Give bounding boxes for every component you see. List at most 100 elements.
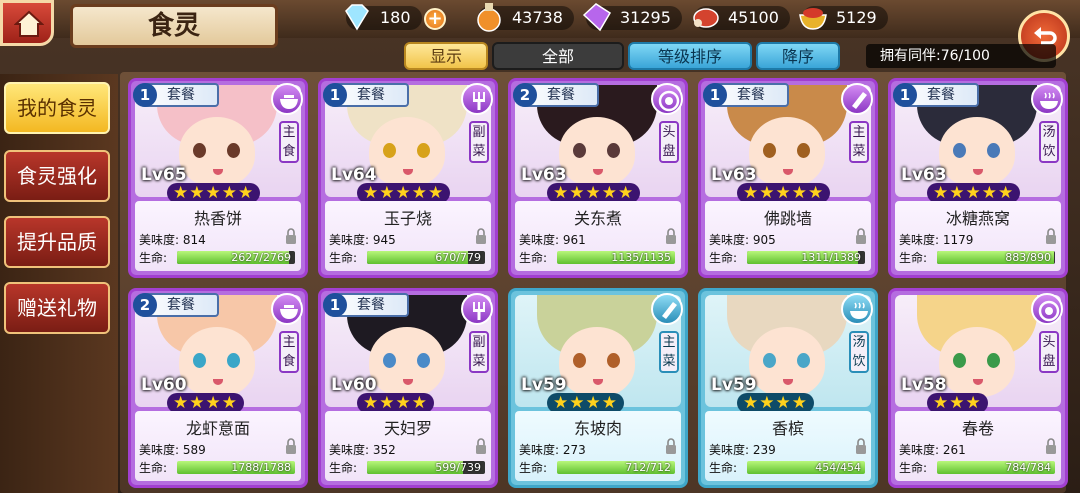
lock-icon[interactable] — [1045, 437, 1057, 455]
resource-potion: 43738 — [477, 3, 574, 32]
set-label: 套餐 — [737, 87, 765, 103]
taste-value: 239 — [752, 443, 776, 457]
lock-icon[interactable] — [285, 437, 297, 455]
sort-by-level-button[interactable]: 等级排序 — [628, 42, 752, 70]
character-name: 玉子烧 — [383, 209, 432, 228]
food-soul-card[interactable]: 2 套餐 主食 Lv60 ★★★★ 龙虾意面 美味度: 589 生命: 1788… — [128, 288, 308, 488]
set-badge: 2 套餐 — [513, 83, 599, 107]
lock-icon[interactable] — [475, 227, 487, 245]
hp-label: 生命: — [139, 251, 168, 265]
character-eye — [763, 353, 776, 368]
fork-icon — [461, 83, 493, 115]
hp-label: 生命: — [709, 251, 738, 265]
taste-stat: 美味度: 945 — [329, 231, 396, 248]
star-rating: ★★★★★ — [167, 183, 261, 203]
food-soul-card[interactable]: 头盘 Lv58 ★★★ 春卷 美味度: 261 生命: 784/784 — [888, 288, 1068, 488]
star-rating: ★★★★ — [737, 393, 814, 413]
taste-label: 美味度: — [329, 233, 370, 247]
category-tag: 主食 — [279, 331, 299, 373]
add-diamond-button[interactable]: + — [424, 8, 446, 30]
character-name: 佛跳墙 — [763, 209, 812, 228]
star-rating: ★★★★★ — [357, 183, 451, 203]
hp-bar: 454/454 — [747, 461, 865, 474]
set-count: 2 — [513, 83, 537, 107]
resource-value: 5129 — [836, 8, 877, 27]
lock-icon[interactable] — [1045, 227, 1057, 245]
character-eye — [573, 353, 586, 368]
food-soul-card[interactable]: 主菜 Lv59 ★★★★ 东坡肉 美味度: 273 生命: 712/712 — [508, 288, 688, 488]
resource-value: 43738 — [512, 8, 563, 27]
lock-icon[interactable] — [665, 437, 677, 455]
character-eye — [417, 353, 430, 368]
category-tag: 副菜 — [469, 121, 489, 163]
food-soul-card[interactable]: 1 套餐 副菜 Lv64 ★★★★★ 玉子烧 美味度: 945 生命: 670/… — [318, 78, 498, 278]
taste-stat: 美味度: 814 — [139, 231, 206, 248]
food-soul-card[interactable]: 1 套餐 汤饮 Lv63 ★★★★★ 冰糖燕窝 美味度: 1179 生命: 88… — [888, 78, 1068, 278]
display-filter-button[interactable]: 显示 — [404, 42, 488, 70]
resource-bowl: 5129 — [799, 6, 888, 30]
food-soul-card[interactable]: 汤饮 Lv59 ★★★★ 香槟 美味度: 239 生命: 454/454 — [698, 288, 878, 488]
hp-label: 生命: — [899, 251, 928, 265]
character-eye — [987, 143, 1000, 158]
hp-label: 生命: — [329, 461, 358, 475]
taste-stat: 美味度: 1179 — [899, 231, 973, 248]
character-eye — [383, 353, 396, 368]
taste-value: 352 — [372, 443, 396, 457]
potion-icon — [477, 3, 501, 32]
sidebar-item-upgrade-quality[interactable]: 提升品质 — [4, 216, 110, 268]
taste-stat: 美味度: 239 — [709, 441, 776, 458]
set-label: 套餐 — [927, 87, 955, 103]
home-icon — [14, 10, 44, 37]
lock-icon[interactable] — [285, 227, 297, 245]
character-face — [939, 117, 1015, 187]
set-count: 1 — [323, 293, 347, 317]
star-rating: ★★★★ — [357, 393, 434, 413]
taste-stat: 美味度: 352 — [329, 441, 396, 458]
lock-icon[interactable] — [475, 437, 487, 455]
set-badge: 1 套餐 — [323, 293, 409, 317]
character-face — [179, 117, 255, 187]
hp-value: 883/890 — [1005, 251, 1051, 264]
taste-stat: 美味度: 261 — [899, 441, 966, 458]
character-name: 关东煮 — [573, 209, 622, 228]
category-tag: 头盘 — [659, 121, 679, 163]
taste-label: 美味度: — [709, 443, 750, 457]
star-rating: ★★★★ — [167, 393, 244, 413]
fork-icon — [461, 293, 493, 325]
food-soul-card[interactable]: 1 套餐 主食 Lv65 ★★★★★ 热香饼 美味度: 814 生命: 2627… — [128, 78, 308, 278]
character-eye — [953, 143, 966, 158]
taste-stat: 美味度: 961 — [519, 231, 586, 248]
food-soul-card[interactable]: 2 套餐 头盘 Lv63 ★★★★★ 关东煮 美味度: 961 生命: 1135… — [508, 78, 688, 278]
category-tag: 头盘 — [1039, 331, 1059, 373]
sidebar-item-my-souls[interactable]: 我的食灵 — [4, 82, 110, 134]
hp-bar: 712/712 — [557, 461, 675, 474]
hp-label: 生命: — [519, 251, 548, 265]
taste-value: 905 — [752, 233, 776, 247]
taste-label: 美味度: — [139, 443, 180, 457]
resource-meat: 45100 — [693, 6, 790, 30]
taste-label: 美味度: — [899, 443, 940, 457]
character-eye — [607, 143, 620, 158]
character-face — [179, 327, 255, 397]
sort-order-button[interactable]: 降序 — [756, 42, 840, 70]
resource-value: 31295 — [620, 8, 671, 27]
food-soul-card[interactable]: 1 套餐 主菜 Lv63 ★★★★★ 佛跳墙 美味度: 905 生命: 1311… — [698, 78, 878, 278]
sidebar-item-enhance[interactable]: 食灵强化 — [4, 150, 110, 202]
lock-icon[interactable] — [665, 227, 677, 245]
hp-bar: 670/779 — [367, 251, 485, 264]
lock-icon[interactable] — [855, 227, 867, 245]
taste-label: 美味度: — [329, 443, 370, 457]
level-label: Lv60 — [141, 375, 187, 395]
lock-icon[interactable] — [855, 437, 867, 455]
character-eye — [607, 353, 620, 368]
set-label: 套餐 — [357, 297, 385, 313]
hp-bar: 1788/1788 — [177, 461, 295, 474]
hp-bar: 1311/1389 — [747, 251, 865, 264]
star-rating: ★★★ — [927, 393, 988, 413]
sidebar-item-send-gift[interactable]: 赠送礼物 — [4, 282, 110, 334]
home-button[interactable] — [0, 0, 54, 46]
hp-label: 生命: — [709, 461, 738, 475]
food-soul-card[interactable]: 1 套餐 副菜 Lv60 ★★★★ 天妇罗 美味度: 352 生命: 599/7… — [318, 288, 498, 488]
type-filter-dropdown[interactable]: 全部 — [492, 42, 624, 70]
taste-stat: 美味度: 589 — [139, 441, 206, 458]
